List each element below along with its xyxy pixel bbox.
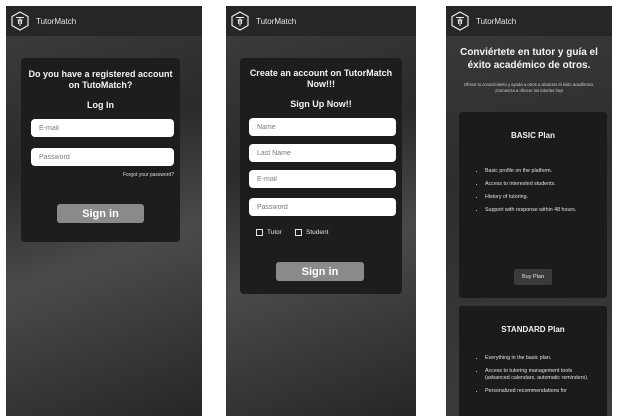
tutormatch-logo-icon — [451, 11, 469, 31]
tutor-headline: Conviértete en tutor y guía el éxito aca… — [460, 47, 598, 71]
brand-name: TutorMatch — [36, 16, 77, 26]
top-bar: TutorMatch — [446, 6, 612, 36]
student-checkbox[interactable]: Student — [295, 229, 328, 236]
top-bar: TutorMatch — [6, 6, 202, 36]
login-card: Do you have a registered account on Tuto… — [21, 58, 180, 242]
email-field[interactable] — [249, 170, 396, 188]
student-checkbox-label: Student — [306, 229, 329, 236]
login-title: Do you have a registered account on Tuto… — [28, 69, 173, 90]
plan-name: BASIC Plan — [510, 131, 555, 140]
tutor-description: Ofrece tu conocimiento y ayuda a otros a… — [463, 82, 595, 93]
password-field[interactable] — [249, 198, 396, 216]
student-checkbox-box[interactable] — [295, 229, 302, 236]
standard-plan-card: STANDARD Plan Everything in the basic pl… — [459, 306, 607, 416]
plan-feature: Support with response within 48 hours. — [485, 207, 593, 214]
plan-feature: Basic profile on the platform. — [485, 168, 593, 175]
plan-feature: Access to interested students. — [485, 181, 593, 188]
plan-features: Everything in the basic plan. Access to … — [477, 355, 593, 401]
signin-button[interactable]: Sign in — [57, 204, 144, 223]
plan-feature: Everything in the basic plan. — [485, 355, 593, 362]
tutor-plans-screen: TutorMatch Conviértete en tutor y guía e… — [446, 6, 612, 416]
basic-plan-card: BASIC Plan Basic profile on the platform… — [459, 112, 607, 298]
login-screen: TutorMatch Do you have a registered acco… — [6, 6, 202, 416]
brand-name: TutorMatch — [476, 16, 517, 26]
plan-feature: Access to tutoring management tools (adv… — [485, 368, 593, 382]
tutor-checkbox-label: Tutor — [267, 229, 282, 236]
plan-name: STANDARD Plan — [501, 325, 565, 334]
tutormatch-logo-icon — [231, 11, 249, 31]
last-name-field[interactable] — [249, 144, 396, 162]
brand-name: TutorMatch — [256, 16, 297, 26]
forgot-password-link[interactable]: Forgot your password? — [123, 172, 174, 178]
top-bar: TutorMatch — [226, 6, 416, 36]
plan-features: Basic profile on the platform. Access to… — [477, 168, 593, 220]
plan-feature: Personalized recommendations for — [485, 388, 593, 395]
password-field[interactable] — [31, 148, 174, 166]
buy-plan-button[interactable]: Buy Plan — [514, 269, 552, 285]
signin-button[interactable]: Sign in — [276, 262, 364, 281]
login-subtitle: Log In — [87, 100, 114, 110]
signup-subtitle: Sign Up Now!! — [290, 99, 352, 109]
plan-feature: History of tutoring. — [485, 194, 593, 201]
tutor-checkbox[interactable]: Tutor — [256, 229, 282, 236]
signup-card: Create an account on TutorMatch Now!!! S… — [240, 58, 402, 294]
email-field[interactable] — [31, 119, 174, 137]
tutormatch-logo-icon — [11, 11, 29, 31]
signup-screen: TutorMatch Create an account on TutorMat… — [226, 6, 416, 416]
name-field[interactable] — [249, 118, 396, 136]
tutor-checkbox-box[interactable] — [256, 229, 263, 236]
signup-title: Create an account on TutorMatch Now!!! — [249, 68, 393, 89]
